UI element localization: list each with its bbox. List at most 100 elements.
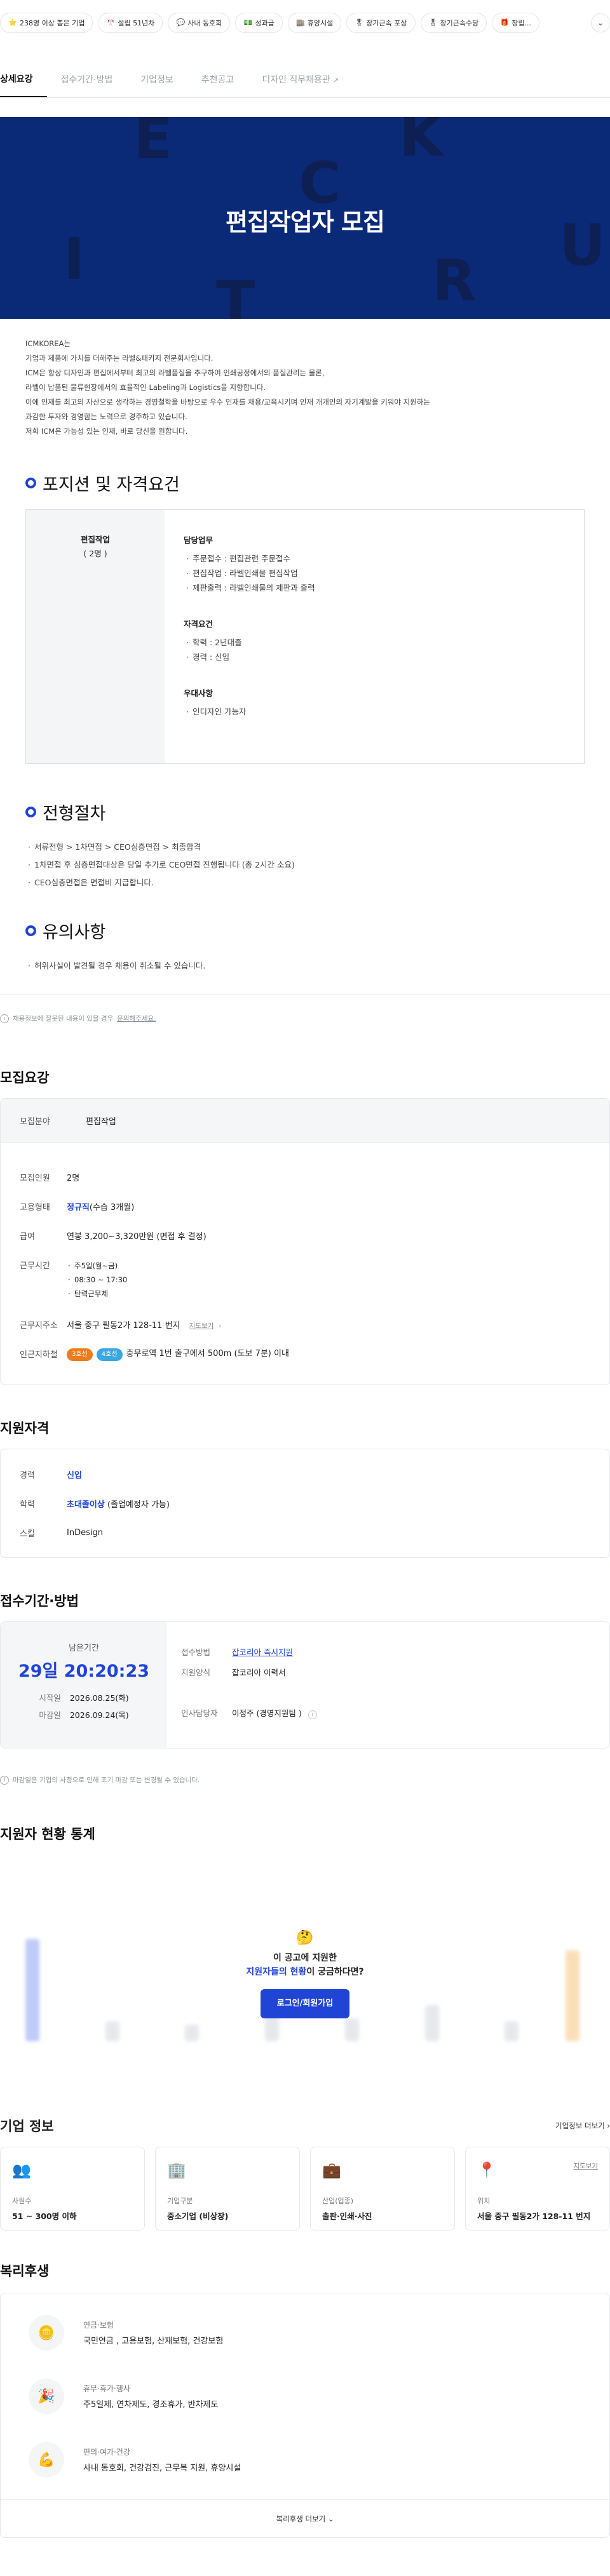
pension-icon: 🪙 bbox=[29, 2315, 64, 2351]
section-bullet-icon bbox=[25, 478, 36, 488]
applicant-stats-locked: 🤔 이 공고에 지원한 지원자들의 현황이 궁금하다면? 로그인/회원가입 bbox=[0, 1857, 610, 2086]
briefcase-icon: 💼 bbox=[322, 2161, 341, 2179]
tab-item[interactable]: 상세요강 bbox=[0, 72, 47, 97]
probation-note: (수습 3개월) bbox=[89, 1202, 135, 1212]
chat-icon: 💬 bbox=[176, 18, 186, 27]
apply-method-link[interactable]: 잡코리아 즉시지원 bbox=[232, 1647, 293, 1657]
apply-method-panel: 접수방법 잡코리아 즉시지원 지원양식 잡코리아 이력서 인사담당자 이정주 (경영지… bbox=[167, 1622, 609, 1748]
hr-contact: 이정주 (경영지원팀 ) bbox=[232, 1708, 302, 1718]
blurred-bar bbox=[344, 2018, 359, 2041]
info-icon: i bbox=[0, 1014, 9, 1023]
recruit-row: 근무지주소 서울 중구 필동2가 128-11 번지 지도보기 › bbox=[1, 1310, 609, 1339]
chevron-right-icon: › bbox=[219, 1322, 222, 1330]
tab-label: 상세요강 bbox=[0, 74, 33, 84]
detail-tabs: 상세요강 접수기간·방법 기업정보 추천공고 디자인 직무채용관 ↗ bbox=[0, 57, 610, 98]
caution-item: 허위사실이 발견될 경우 채용이 취소될 수 있습니다. bbox=[25, 957, 585, 975]
recruit-row: 인근지하철 3호선 4호선 충무로역 1번 출구에서 500m (도보 7분) 이내 bbox=[1, 1339, 609, 1368]
feature-chip-label: 설립 51년차 bbox=[118, 19, 155, 27]
apply-form-label: 지원양식 bbox=[181, 1668, 211, 1677]
position-group-item: 주문접수 : 편집관련 주문접수 bbox=[184, 551, 565, 566]
recruit-field-value: 편집작업 bbox=[86, 1117, 116, 1127]
feature-chip[interactable]: 🏬 휴양시설 bbox=[287, 13, 342, 33]
welfare-category: 휴무·휴가·행사 bbox=[83, 2384, 130, 2393]
company-info-grid: 👥 사원수 51 ~ 300명 이하 🏢 기업구분 중소기업 (비상장) 💼 산업(업종) 출판… bbox=[0, 2147, 610, 2231]
position-group-title: 담당업무 bbox=[184, 535, 214, 545]
recruit-row-value: 연봉 3,200~3,320만원 (면접 후 결정) bbox=[67, 1231, 207, 1242]
external-link-icon: ↗ bbox=[332, 76, 339, 84]
recruit-row-label: 모집인원 bbox=[20, 1173, 50, 1183]
feature-chip-bar: ⭐ 238명 이상 뽑은 기업 🎌 설립 51년차 💬 사내 동호회 💵 성과급 🏬 휴양시설 🎖 장… bbox=[0, 0, 610, 38]
login-signup-button[interactable]: 로그인/회원가입 bbox=[261, 1989, 349, 2018]
position-count: ( 2명 ) bbox=[83, 549, 107, 558]
company-info-card: 📍 위치 서울 중구 필동2가 128-11 번지 지도보기 bbox=[465, 2147, 610, 2231]
position-heading: 포지션 및 자격요건 bbox=[25, 471, 610, 495]
feature-chip[interactable]: 🎖 장기근속수당 bbox=[420, 13, 487, 33]
welfare-row: 💪 편의·여가·건강 사내 동호회, 건강검진, 근무복 지원, 휴양시설 bbox=[1, 2428, 609, 2492]
star-icon: ⭐ bbox=[8, 18, 17, 27]
hero-deco-letter: R bbox=[432, 248, 477, 314]
position-group-item: 학력 : 2년대졸 bbox=[184, 635, 565, 650]
feature-chip[interactable]: 🎌 설립 51년차 bbox=[98, 13, 163, 33]
apply-title: 접수기간·방법 bbox=[0, 1593, 79, 1609]
gift-icon: 🎁 bbox=[500, 18, 510, 27]
company-map-link[interactable]: 지도보기 bbox=[573, 2161, 598, 2171]
recruit-row: 급여 연봉 3,200~3,320만원 (면접 후 결정) bbox=[1, 1221, 609, 1250]
recruit-field-row: 모집분야 편집작업 bbox=[1, 1099, 609, 1143]
welfare-more-button[interactable]: 복리후생 더보기 ⌄ bbox=[1, 2499, 609, 2537]
recruit-row-label: 급여 bbox=[20, 1231, 35, 1242]
feature-chip-label: 사내 동호회 bbox=[187, 19, 222, 27]
welfare-row: 🎉 휴무·휴가·행사 주5일제, 연차제도, 경조휴가, 반차제도 bbox=[1, 2365, 609, 2428]
welfare-items: 국민연금 , 고용보험, 산재보험, 건강보험 bbox=[83, 2337, 224, 2346]
position-group: 우대사항인디자인 가능자 bbox=[184, 686, 565, 719]
money-icon: 💵 bbox=[243, 18, 253, 27]
muscle-icon: 💪 bbox=[29, 2442, 64, 2478]
apply-form: 잡코리아 이력서 bbox=[232, 1668, 286, 1677]
tab-item[interactable]: 접수기간·방법 bbox=[61, 73, 127, 97]
company-info-label: 사원수 bbox=[12, 2197, 32, 2205]
company-title: 기업 정보 bbox=[0, 2119, 54, 2134]
hero-title: 편집작업자 모집 bbox=[226, 208, 385, 236]
process-item: 1차면접 후 심층면접대상은 당일 추가로 CEO면접 진행됩니다 (총 2시간… bbox=[25, 856, 585, 874]
company-info-label: 산업(업종) bbox=[322, 2197, 354, 2205]
feature-chip[interactable]: 💬 사내 동호회 bbox=[168, 13, 231, 33]
feature-chip[interactable]: 🎁 창립... bbox=[492, 13, 539, 33]
feature-chip[interactable]: 🎖 장기근속 포상 bbox=[346, 13, 416, 33]
medal-icon: 🎖 bbox=[428, 18, 438, 27]
work-hours-item: 08:30 ~ 17:30 bbox=[67, 1273, 127, 1287]
feature-chip[interactable]: ⭐ 238명 이상 뽑은 기업 bbox=[0, 13, 93, 33]
info-icon[interactable]: i bbox=[308, 1710, 317, 1719]
company-info-value: 출판·인쇄·사진 bbox=[322, 2211, 372, 2221]
apply-card: 남은기간 29일 20:20:23 시작일 2026.08.25(화) 마감일 20… bbox=[0, 1621, 610, 1748]
feature-chip[interactable]: 💵 성과급 bbox=[235, 13, 283, 33]
deadline-notice: i 마감일은 기업의 사정으로 인해 조기 마감 또는 변경될 수 있습니다. bbox=[0, 1768, 610, 1799]
blurred-bar bbox=[505, 2022, 519, 2041]
welfare-card: 🪙 연금·보험 국민연금 , 고용보험, 산재보험, 건강보험 🎉 휴무·휴가·행사 주5… bbox=[0, 2293, 610, 2538]
login-prompt-line2: 이 궁금하다면? bbox=[306, 1967, 364, 1977]
position-details: 담당업무주문접수 : 편집관련 주문접수편집작업 : 라벨인쇄물 편집작업제판출… bbox=[165, 510, 584, 763]
apply-method-label: 접수방법 bbox=[181, 1647, 211, 1657]
feature-chip-label: 장기근속수당 bbox=[440, 19, 479, 27]
qualification-value: InDesign bbox=[67, 1527, 103, 1538]
job-posting-page: ⭐ 238명 이상 뽑은 기업 🎌 설립 51년차 💬 사내 동호회 💵 성과급 🏬 휴양시설 🎖 장… bbox=[0, 0, 610, 2551]
login-prompt-strong: 지원자들의 현황 bbox=[246, 1967, 307, 1977]
tab-item[interactable]: 디자인 직무채용관 ↗ bbox=[262, 73, 353, 97]
welfare-items: 사내 동호회, 건강검진, 근무복 지원, 휴양시설 bbox=[83, 2464, 241, 2473]
tab-item[interactable]: 추천공고 bbox=[201, 73, 248, 97]
report-link[interactable]: 문의해주세요. bbox=[117, 1014, 156, 1023]
process-item: 서류전형 > 1차면접 > CEO심층면접 > 최종합격 bbox=[25, 838, 585, 856]
company-info-value: 51 ~ 300명 이하 bbox=[12, 2211, 77, 2221]
tab-item[interactable]: 기업정보 bbox=[140, 73, 187, 97]
office-icon: 🏢 bbox=[167, 2161, 186, 2179]
chevron-down-icon[interactable]: ⌄ bbox=[591, 13, 610, 32]
process-list: 서류전형 > 1차면접 > CEO심층면접 > 최종합격1차면접 후 심층면접대… bbox=[0, 838, 610, 892]
blurred-bar bbox=[105, 2022, 119, 2041]
recruit-card: 모집분야 편집작업 모집인원 2명 고용형태 정규직(수습 3개월) 급여 연봉… bbox=[0, 1098, 610, 1385]
company-more-link[interactable]: 기업정보 더보기 › bbox=[555, 2121, 610, 2131]
welfare-row: 🪙 연금·보험 국민연금 , 고용보험, 산재보험, 건강보험 bbox=[1, 2301, 609, 2365]
intro-line: ICMKOREA는 bbox=[25, 339, 71, 348]
tab-label: 기업정보 bbox=[140, 75, 173, 85]
qualification-value: 초대졸이상 bbox=[67, 1499, 105, 1510]
map-link[interactable]: 지도보기 bbox=[189, 1322, 214, 1330]
position-group-title: 우대사항 bbox=[184, 688, 214, 698]
welfare-more-text: 복리후생 더보기 bbox=[276, 2514, 326, 2523]
